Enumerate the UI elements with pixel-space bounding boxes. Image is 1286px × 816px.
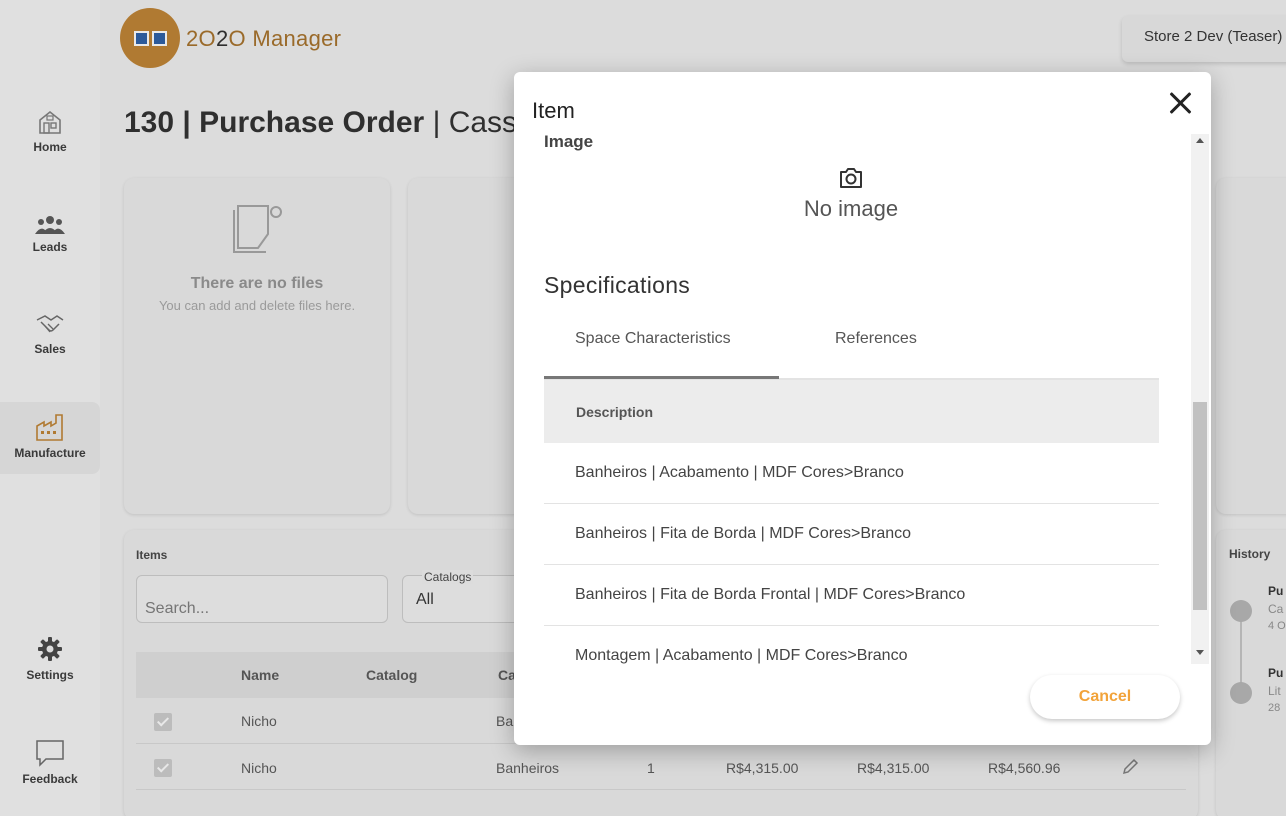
history-dot: [1230, 600, 1252, 622]
row-category: Ba: [496, 713, 514, 729]
dialog-scrollbar-thumb[interactable]: [1193, 402, 1207, 610]
row-name: Nicho: [241, 760, 277, 776]
app-logo: [120, 8, 180, 68]
column-name[interactable]: Name: [241, 667, 279, 683]
app-title-2a: 2: [186, 26, 199, 51]
empty-files-subtitle: You can add and delete files here.: [158, 298, 356, 313]
edit-pencil-icon[interactable]: [1120, 757, 1140, 777]
specifications-title: Specifications: [544, 272, 691, 298]
nav-home[interactable]: Home: [0, 108, 100, 164]
description-column-header[interactable]: Description: [576, 404, 653, 420]
description-text: Montagem | Acabamento | MDF Cores>Branco: [575, 647, 908, 664]
tab-space-characteristics[interactable]: Space Characteristics: [575, 330, 731, 348]
description-row: Banheiros | Fita de Borda Frontal | MDF …: [544, 565, 1159, 626]
right-card: [1216, 178, 1286, 514]
handshake-icon: [36, 315, 64, 333]
items-search-input[interactable]: [136, 575, 388, 623]
app-title-oa: O: [198, 26, 216, 51]
description-text: Banheiros | Acabamento | MDF Cores>Branc…: [575, 464, 904, 481]
app-title-2b: 2: [215, 26, 229, 51]
store-selector[interactable]: Store 2 Dev (Teaser): [1122, 16, 1286, 62]
cancel-button[interactable]: Cancel: [1030, 675, 1180, 719]
active-tab-indicator: [544, 376, 779, 379]
catalog-select-value: All: [416, 591, 434, 608]
row-category: Banheiros: [496, 760, 560, 776]
nav-sales[interactable]: Sales: [0, 312, 100, 368]
no-image-text: No image: [803, 196, 899, 221]
home-icon: [39, 110, 61, 134]
scroll-down-arrow-icon[interactable]: [1196, 650, 1204, 655]
row-total: R$4,315.00: [857, 760, 930, 776]
description-text: Banheiros | Fita de Borda Frontal | MDF …: [575, 586, 966, 603]
history-dot: [1230, 682, 1252, 704]
app-title-rest: Manager: [245, 26, 342, 51]
close-icon[interactable]: [1166, 88, 1196, 118]
people-icon: [35, 216, 65, 234]
history-entry-title: Pu: [1268, 666, 1284, 680]
nav-manufacture-label: Manufacture: [14, 446, 86, 460]
history-timeline: [1240, 610, 1242, 690]
nav-feedback-label: Feedback: [22, 772, 78, 786]
row-quantity: 1: [647, 760, 655, 776]
row-name: Nicho: [241, 713, 277, 729]
nav-manufacture[interactable]: Manufacture: [0, 402, 100, 474]
nav-settings-label: Settings: [26, 668, 74, 682]
factory-icon: [36, 414, 63, 441]
app-title: 2O2O Manager: [186, 26, 341, 52]
page-title: 130 | Purchase Order | Cassia: [124, 106, 540, 140]
description-row: Banheiros | Fita de Borda | MDF Cores>Br…: [544, 504, 1159, 565]
scroll-up-arrow-icon[interactable]: [1196, 138, 1204, 143]
row-price: R$4,315.00: [726, 760, 799, 776]
nav-home-label: Home: [33, 140, 67, 154]
page-title-main: 130 | Purchase Order: [124, 106, 425, 139]
files-icon: [233, 205, 282, 253]
logo-square-left: [133, 30, 149, 46]
description-text: Banheiros | Fita de Borda | MDF Cores>Br…: [575, 525, 912, 542]
row-checkbox[interactable]: [154, 713, 172, 731]
nav-feedback[interactable]: Feedback: [0, 738, 100, 786]
item-dialog: Item Image No image Specifications Space…: [514, 72, 1211, 745]
chat-bubble-icon: [36, 740, 64, 767]
catalog-select-label: Catalogs: [422, 570, 474, 584]
history-entry-date: 28: [1268, 702, 1281, 714]
empty-files-title: There are no files: [190, 275, 324, 292]
description-row: Montagem | Acabamento | MDF Cores>Branco: [544, 626, 1159, 666]
description-table-header: Description: [544, 380, 1159, 443]
nav-sales-label: Sales: [34, 342, 66, 356]
image-section-label: Image: [544, 132, 594, 151]
nav-settings[interactable]: Settings: [0, 636, 100, 682]
history-label: History: [1229, 547, 1271, 561]
logo-square-right: [151, 30, 167, 46]
row-total-tax: R$4,560.96: [988, 760, 1061, 776]
nav-leads-label: Leads: [32, 240, 68, 254]
nav-leads[interactable]: Leads: [0, 214, 100, 264]
items-section-label: Items: [136, 548, 168, 562]
app-title-ob: O: [228, 26, 246, 51]
history-entry-title: Pu: [1268, 584, 1284, 598]
history-entry-date: 4 O: [1268, 620, 1286, 632]
tab-references[interactable]: References: [835, 330, 917, 348]
dialog-title: Item: [532, 98, 575, 123]
gear-icon: [38, 637, 62, 661]
column-catalog[interactable]: Catalog: [366, 667, 417, 683]
camera-icon: [840, 168, 862, 188]
description-row: Banheiros | Acabamento | MDF Cores>Branc…: [544, 443, 1159, 504]
history-entry-sub: Lit: [1268, 684, 1281, 698]
row-checkbox[interactable]: [154, 759, 172, 777]
history-entry-sub: Ca: [1268, 602, 1284, 616]
